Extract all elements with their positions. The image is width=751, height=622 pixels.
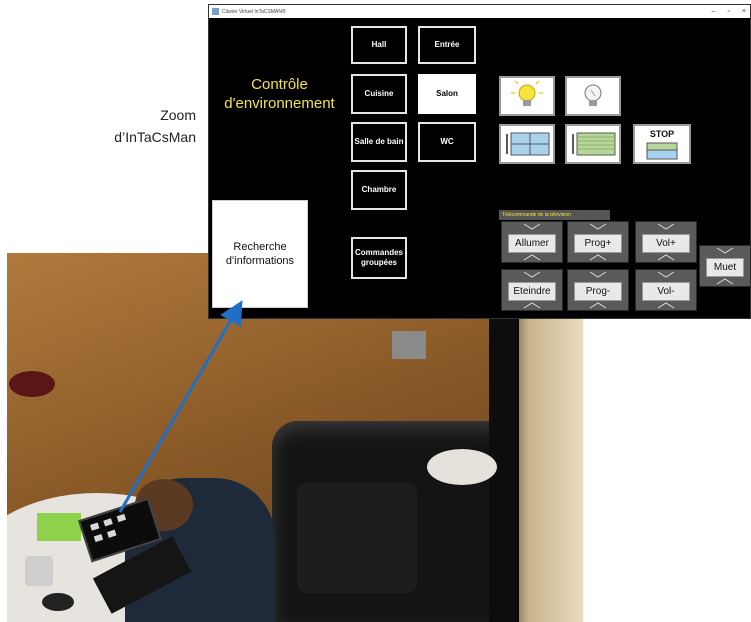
maximize-button[interactable]: ▫ <box>727 8 729 15</box>
shutter-stop-button[interactable]: STOP <box>633 124 691 164</box>
sofa-cushion <box>297 483 417 593</box>
zoom-caption-line1: Zoom <box>160 107 196 123</box>
tv-vol-plus-button[interactable]: Vol+ <box>635 221 697 263</box>
title-bar: Clavier Virtuel InTaCSMAN® – ▫ × <box>209 5 750 18</box>
room-salle-de-bain-label: Salle de bain <box>354 137 404 146</box>
recherche-label-line2: d'informations <box>225 255 295 267</box>
room-hall-label: Hall <box>371 40 387 49</box>
light-off-button[interactable] <box>565 76 621 116</box>
room-salon-button[interactable]: Salon <box>418 74 476 114</box>
page-title: Contrôle d'environnement <box>217 75 342 113</box>
commandes-groupees-button[interactable]: Commandes groupées <box>351 237 407 279</box>
page-title-line1: Contrôle <box>251 76 308 93</box>
tv-allumer-button[interactable]: Allumer <box>501 221 563 263</box>
chevron-down-icon <box>523 271 541 278</box>
side-table <box>427 449 497 485</box>
tv-prog-minus-button[interactable]: Prog- <box>567 269 629 311</box>
light-on-button[interactable] <box>499 76 555 116</box>
tv-muet-label: Muet <box>706 258 744 277</box>
tv-vol-minus-label: Vol- <box>642 282 690 301</box>
tv-prog-minus-label: Prog- <box>574 282 622 301</box>
commandes-label-line1: Commandes <box>354 248 403 257</box>
chevron-up-icon <box>523 302 541 309</box>
device <box>25 556 53 586</box>
shutter-half-icon <box>646 142 678 160</box>
room-entree-label: Entrée <box>434 40 460 49</box>
tablet-key <box>116 513 127 523</box>
chevron-down-icon <box>589 223 607 230</box>
shutter-up-button[interactable] <box>499 124 555 164</box>
chevron-up-icon <box>523 254 541 261</box>
chevron-up-icon <box>589 302 607 309</box>
tablet-key <box>89 522 100 531</box>
green-box <box>37 513 81 541</box>
room-cuisine-button[interactable]: Cuisine <box>351 74 407 114</box>
page-title-line2: d'environnement <box>224 95 335 112</box>
tv-vol-minus-button[interactable]: Vol- <box>635 269 697 311</box>
chevron-up-icon <box>657 254 675 261</box>
chevron-down-icon <box>589 271 607 278</box>
light-off-icon <box>584 84 602 106</box>
zoom-caption-line2: d’InTaCsMan <box>114 129 196 145</box>
tablet-key <box>107 529 117 538</box>
zoom-caption: Zoom d’InTaCsMan <box>60 104 196 148</box>
room-wc-button[interactable]: WC <box>418 122 476 162</box>
room-chambre-button[interactable]: Chambre <box>351 170 407 210</box>
room-wc-label: WC <box>440 137 454 146</box>
tv-eteindre-button[interactable]: Eteindre <box>501 269 563 311</box>
tv-remote-label: Télécommande de la télévision <box>499 210 610 220</box>
tablet-key <box>93 533 104 543</box>
chevron-up-icon <box>657 302 675 309</box>
robot-vacuum <box>9 371 55 397</box>
window-controls: – ▫ × <box>712 5 746 18</box>
room-entree-button[interactable]: Entrée <box>418 26 476 64</box>
commandes-label-line2: groupées <box>360 258 397 267</box>
shutter-up-icon <box>506 132 550 156</box>
scale <box>392 331 426 359</box>
window-title: Clavier Virtuel InTaCSMAN® <box>222 8 286 15</box>
tv-prog-plus-label: Prog+ <box>574 234 622 253</box>
chevron-down-icon <box>657 271 675 278</box>
recherche-label-line1: Recherche <box>233 241 287 253</box>
minimize-button[interactable]: – <box>712 8 716 15</box>
room-hall-button[interactable]: Hall <box>351 26 407 64</box>
chevron-down-icon <box>716 247 734 254</box>
app-icon <box>212 8 219 15</box>
tablet-key <box>103 518 113 527</box>
chevron-up-icon <box>716 278 734 285</box>
room-cuisine-label: Cuisine <box>364 89 394 98</box>
room-salon-label: Salon <box>436 89 458 98</box>
tv-vol-plus-label: Vol+ <box>642 234 690 253</box>
stop-label: STOP <box>649 129 675 139</box>
app-window: Clavier Virtuel InTaCSMAN® – ▫ × Contrôl… <box>208 4 751 319</box>
tv-muet-button[interactable]: Muet <box>699 245 751 287</box>
tv-prog-plus-button[interactable]: Prog+ <box>567 221 629 263</box>
recherche-informations-button[interactable]: Recherche d'informations <box>212 200 308 308</box>
chevron-down-icon <box>657 223 675 230</box>
room-salle-de-bain-button[interactable]: Salle de bain <box>351 122 407 162</box>
shutter-down-button[interactable] <box>565 124 621 164</box>
chevron-down-icon <box>523 223 541 230</box>
light-on-icon <box>511 80 543 106</box>
chevron-up-icon <box>589 254 607 261</box>
mouse <box>42 593 74 611</box>
room-chambre-label: Chambre <box>361 185 397 194</box>
tv-allumer-label: Allumer <box>508 234 556 253</box>
shutter-down-icon <box>572 132 616 156</box>
close-button[interactable]: × <box>742 8 746 15</box>
tv-eteindre-label: Eteindre <box>508 282 556 301</box>
